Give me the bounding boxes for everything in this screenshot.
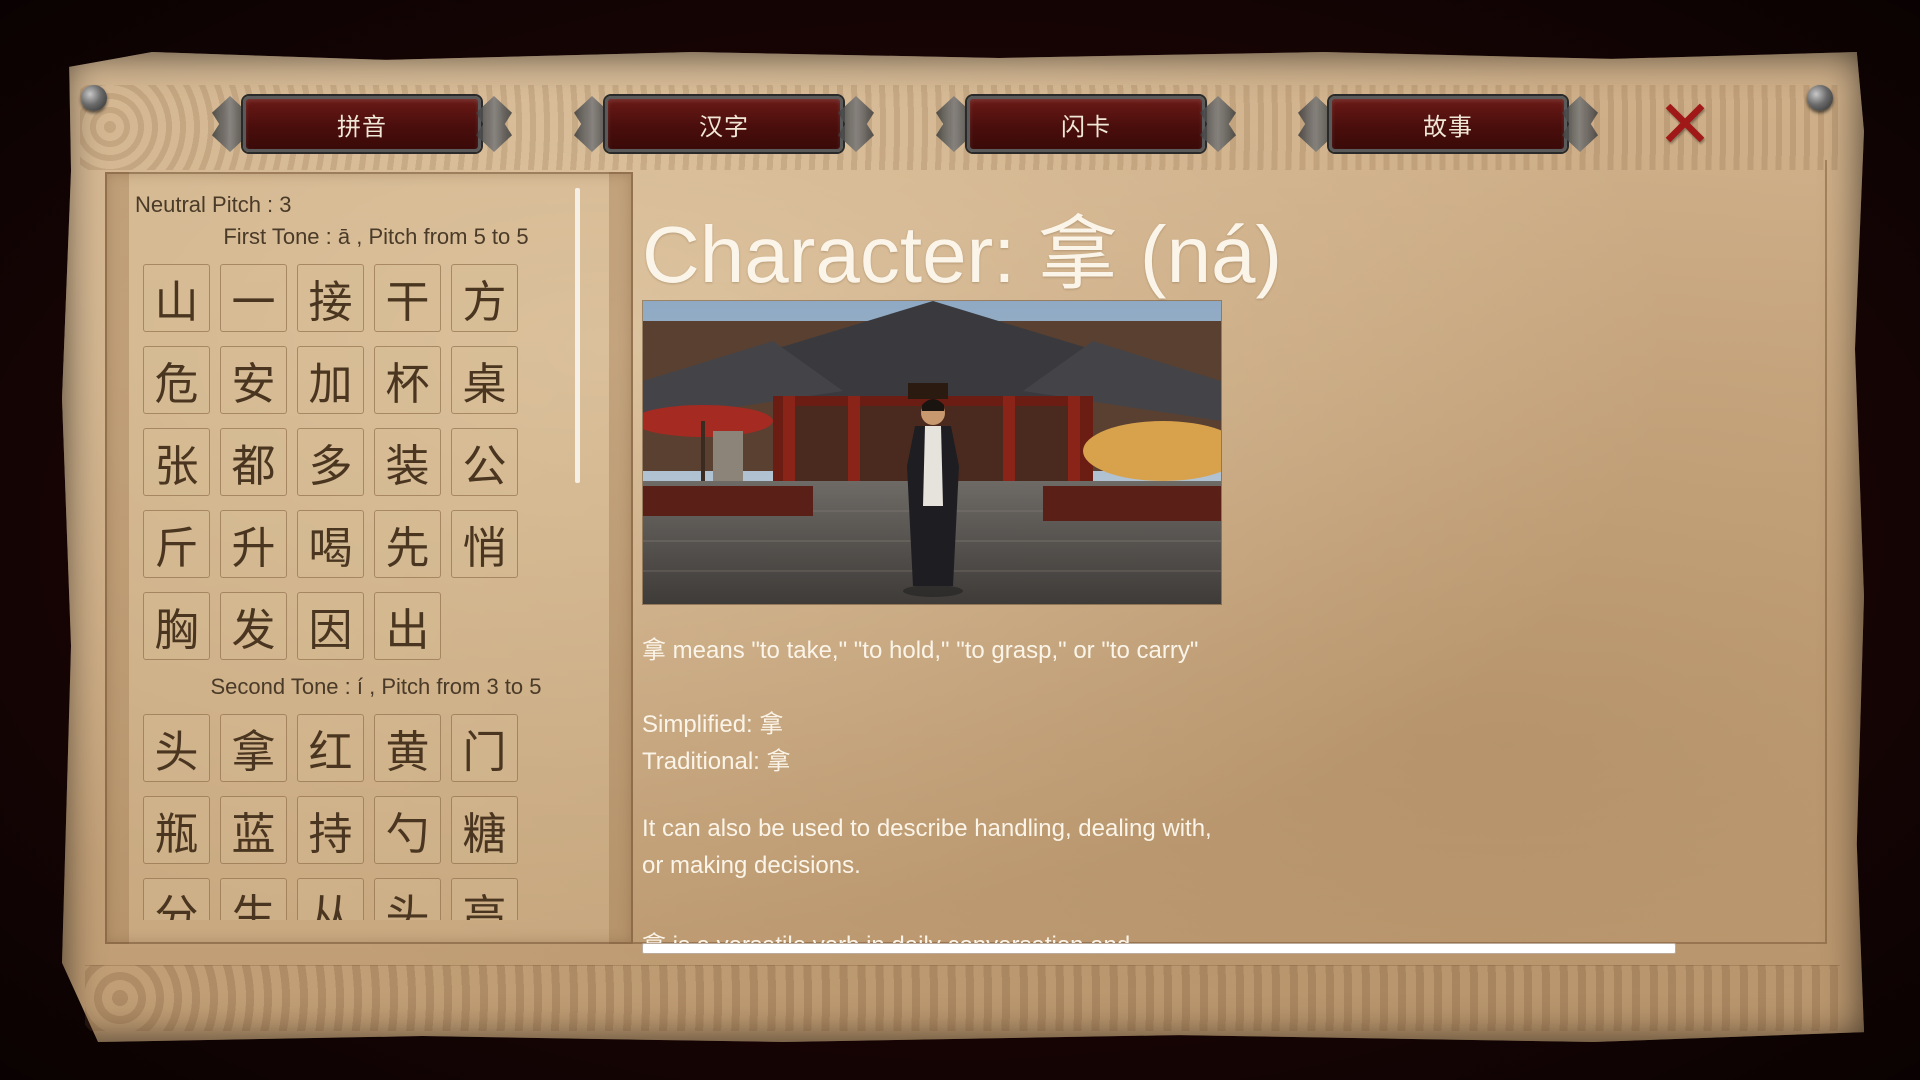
first-tone-heading: First Tone : ā , Pitch from 5 to 5 (223, 224, 529, 249)
bottom-ornament-band (85, 965, 1840, 1031)
tab-label: 汉字 (605, 96, 843, 152)
detail-horizontal-scrollbar[interactable] (642, 943, 1676, 954)
character-list-panel[interactable]: Neutral Pitch : 3 First Tone : ā , Pitch… (105, 172, 633, 944)
character-cell[interactable]: 门 (451, 714, 518, 782)
character-cell[interactable]: 蓝 (220, 796, 287, 864)
traditional-text: Traditional: 拿 (642, 748, 791, 775)
tab-ornament-right (1562, 96, 1598, 152)
character-title: Character: 拿 (ná) (642, 210, 1283, 299)
tab-ornament-right (476, 96, 512, 152)
character-cell[interactable]: 黄 (374, 714, 441, 782)
extra-usage-line-2: or making decisions. (642, 852, 861, 879)
character-cell[interactable]: 公 (451, 428, 518, 496)
tab-hanzi[interactable]: 汉字 (574, 96, 874, 152)
character-cell[interactable]: 山 (143, 264, 210, 332)
character-scene-image (642, 300, 1222, 605)
character-cell[interactable]: 危 (143, 346, 210, 414)
extra-usage-line-1: It can also be used to describe handling… (642, 815, 1212, 842)
tab-story[interactable]: 故事 (1298, 96, 1598, 152)
tab-flashcards[interactable]: 闪卡 (936, 96, 1236, 152)
tab-ornament-right (1200, 96, 1236, 152)
character-cell[interactable]: 喝 (297, 510, 364, 578)
character-cell[interactable]: 方 (451, 264, 518, 332)
tab-ornament-right (838, 96, 874, 152)
character-cell[interactable]: 头 (143, 714, 210, 782)
character-cell[interactable]: 瓶 (143, 796, 210, 864)
close-icon[interactable]: ✕ (1655, 92, 1715, 158)
second-tone-grid: 头拿红黄门瓶蓝持勺糖分生从头高 (143, 714, 581, 920)
character-list-scrollbar[interactable] (575, 188, 580, 483)
character-cell[interactable]: 发 (220, 592, 287, 660)
simplified-text: Simplified: 拿 (642, 711, 784, 738)
character-list-scroll[interactable]: Neutral Pitch : 3 First Tone : ā , Pitch… (131, 192, 581, 920)
character-cell[interactable]: 张 (143, 428, 210, 496)
character-cell[interactable]: 勺 (374, 796, 441, 864)
scene-svg (643, 301, 1221, 604)
tab-pinyin[interactable]: 拼音 (212, 96, 512, 152)
character-cell[interactable]: 持 (297, 796, 364, 864)
character-cell[interactable]: 干 (374, 264, 441, 332)
character-cell[interactable]: 接 (297, 264, 364, 332)
character-cell[interactable]: 因 (297, 592, 364, 660)
neutral-pitch-heading: Neutral Pitch : 3 (135, 192, 292, 217)
tab-label: 拼音 (243, 96, 481, 152)
character-cell[interactable]: 加 (297, 346, 364, 414)
cut-off-text: 拿 is a versatile verb in daily conversat… (642, 925, 1202, 943)
character-cell[interactable]: 悄 (451, 510, 518, 578)
character-cell[interactable]: 拿 (220, 714, 287, 782)
character-cell[interactable]: 头 (374, 878, 441, 920)
character-cell[interactable]: 一 (220, 264, 287, 332)
first-tone-grid: 山一接干方危安加杯桌张都多装公斤升喝先悄胸发因出 (143, 264, 581, 660)
meaning-text: 拿 means "to take," "to hold," "to grasp,… (642, 637, 1199, 664)
character-cell[interactable]: 安 (220, 346, 287, 414)
rivet-icon (1807, 85, 1833, 111)
character-cell[interactable]: 多 (297, 428, 364, 496)
second-tone-heading: Second Tone : í , Pitch from 3 to 5 (210, 674, 542, 699)
tab-label: 闪卡 (967, 96, 1205, 152)
character-cell[interactable]: 都 (220, 428, 287, 496)
character-cell[interactable]: 升 (220, 510, 287, 578)
character-cell[interactable]: 糖 (451, 796, 518, 864)
character-cell[interactable]: 先 (374, 510, 441, 578)
character-cell[interactable]: 斤 (143, 510, 210, 578)
character-cell[interactable]: 杯 (374, 346, 441, 414)
character-cell[interactable]: 高 (451, 878, 518, 920)
character-cell[interactable]: 装 (374, 428, 441, 496)
character-cell[interactable]: 桌 (451, 346, 518, 414)
character-cell[interactable]: 红 (297, 714, 364, 782)
rivet-icon (81, 85, 107, 111)
character-cell[interactable]: 生 (220, 878, 287, 920)
tab-label: 故事 (1329, 96, 1567, 152)
character-cell[interactable]: 从 (297, 878, 364, 920)
character-cell[interactable]: 分 (143, 878, 210, 920)
character-cell[interactable]: 胸 (143, 592, 210, 660)
character-cell[interactable]: 出 (374, 592, 441, 660)
